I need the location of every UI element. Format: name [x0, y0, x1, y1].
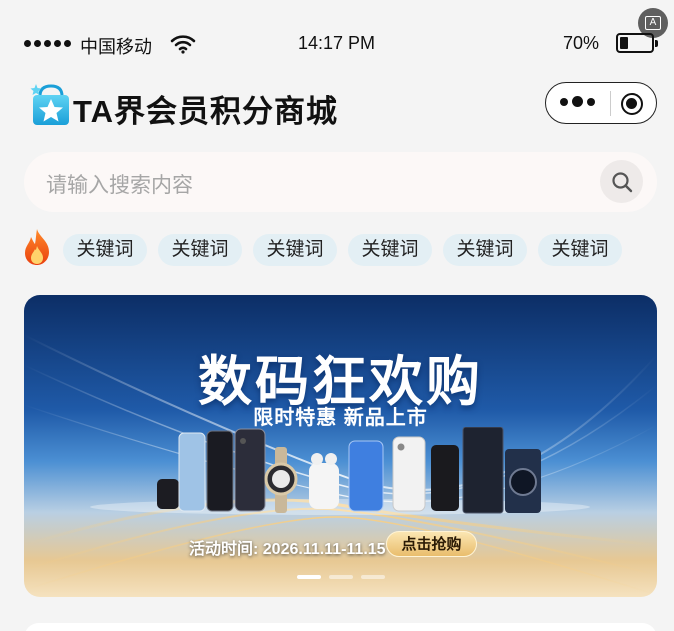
accessibility-icon: A [645, 16, 661, 30]
grab-button[interactable]: 点击抢购 [386, 531, 477, 557]
capsule-divider [610, 91, 611, 116]
clock: 14:17 PM [298, 33, 376, 53]
status-bar: 中国移动 14:17 PM 70% [0, 30, 674, 60]
signal-dots-icon [24, 40, 71, 47]
search-bar[interactable]: 请输入搜索内容 [24, 152, 657, 212]
mini-program-capsule [545, 82, 657, 124]
wifi-icon [170, 35, 196, 54]
battery-icon [616, 33, 658, 53]
search-button[interactable] [600, 160, 643, 203]
event-time: 活动时间: 2026.11.11-11.15 [189, 541, 386, 558]
fire-icon [25, 229, 49, 265]
search-icon [611, 171, 632, 192]
carousel-dot[interactable] [297, 575, 321, 579]
more-dots-icon[interactable] [560, 96, 595, 107]
keyword-chip-2[interactable]: 关键词 [158, 234, 242, 266]
battery-percentage: 70% [563, 33, 600, 53]
keyword-chip-6[interactable]: 关键词 [538, 234, 622, 266]
keyword-chip-3[interactable]: 关键词 [253, 234, 337, 266]
keyword-chip-1[interactable]: 关键词 [63, 234, 147, 266]
carousel-dot[interactable] [329, 575, 353, 579]
carrier-name: 中国移动 [80, 37, 152, 57]
keyword-chip-5[interactable]: 关键词 [443, 234, 527, 266]
next-section-card [24, 623, 657, 631]
banner-subtitle: 限时特惠 新品上市 [253, 407, 428, 429]
hot-keywords: 关键词 关键词 关键词 关键词 关键词 关键词 [0, 228, 674, 268]
keyword-chip-4[interactable]: 关键词 [348, 234, 432, 266]
close-target-icon[interactable] [621, 93, 643, 115]
promo-banner[interactable]: 数码狂欢购 限时特惠 新品上市 活动时间: 2026.11.11-11.15 点… [24, 295, 657, 597]
logo-star-bag-icon [30, 84, 69, 125]
product-lineup-image [157, 427, 541, 514]
app-title: TA界会员积分商城 [73, 94, 339, 129]
carousel-indicator [297, 575, 385, 579]
app-header: TA界会员积分商城 [0, 82, 674, 132]
carousel-dot[interactable] [361, 575, 385, 579]
search-input[interactable]: 请输入搜索内容 [46, 169, 193, 199]
